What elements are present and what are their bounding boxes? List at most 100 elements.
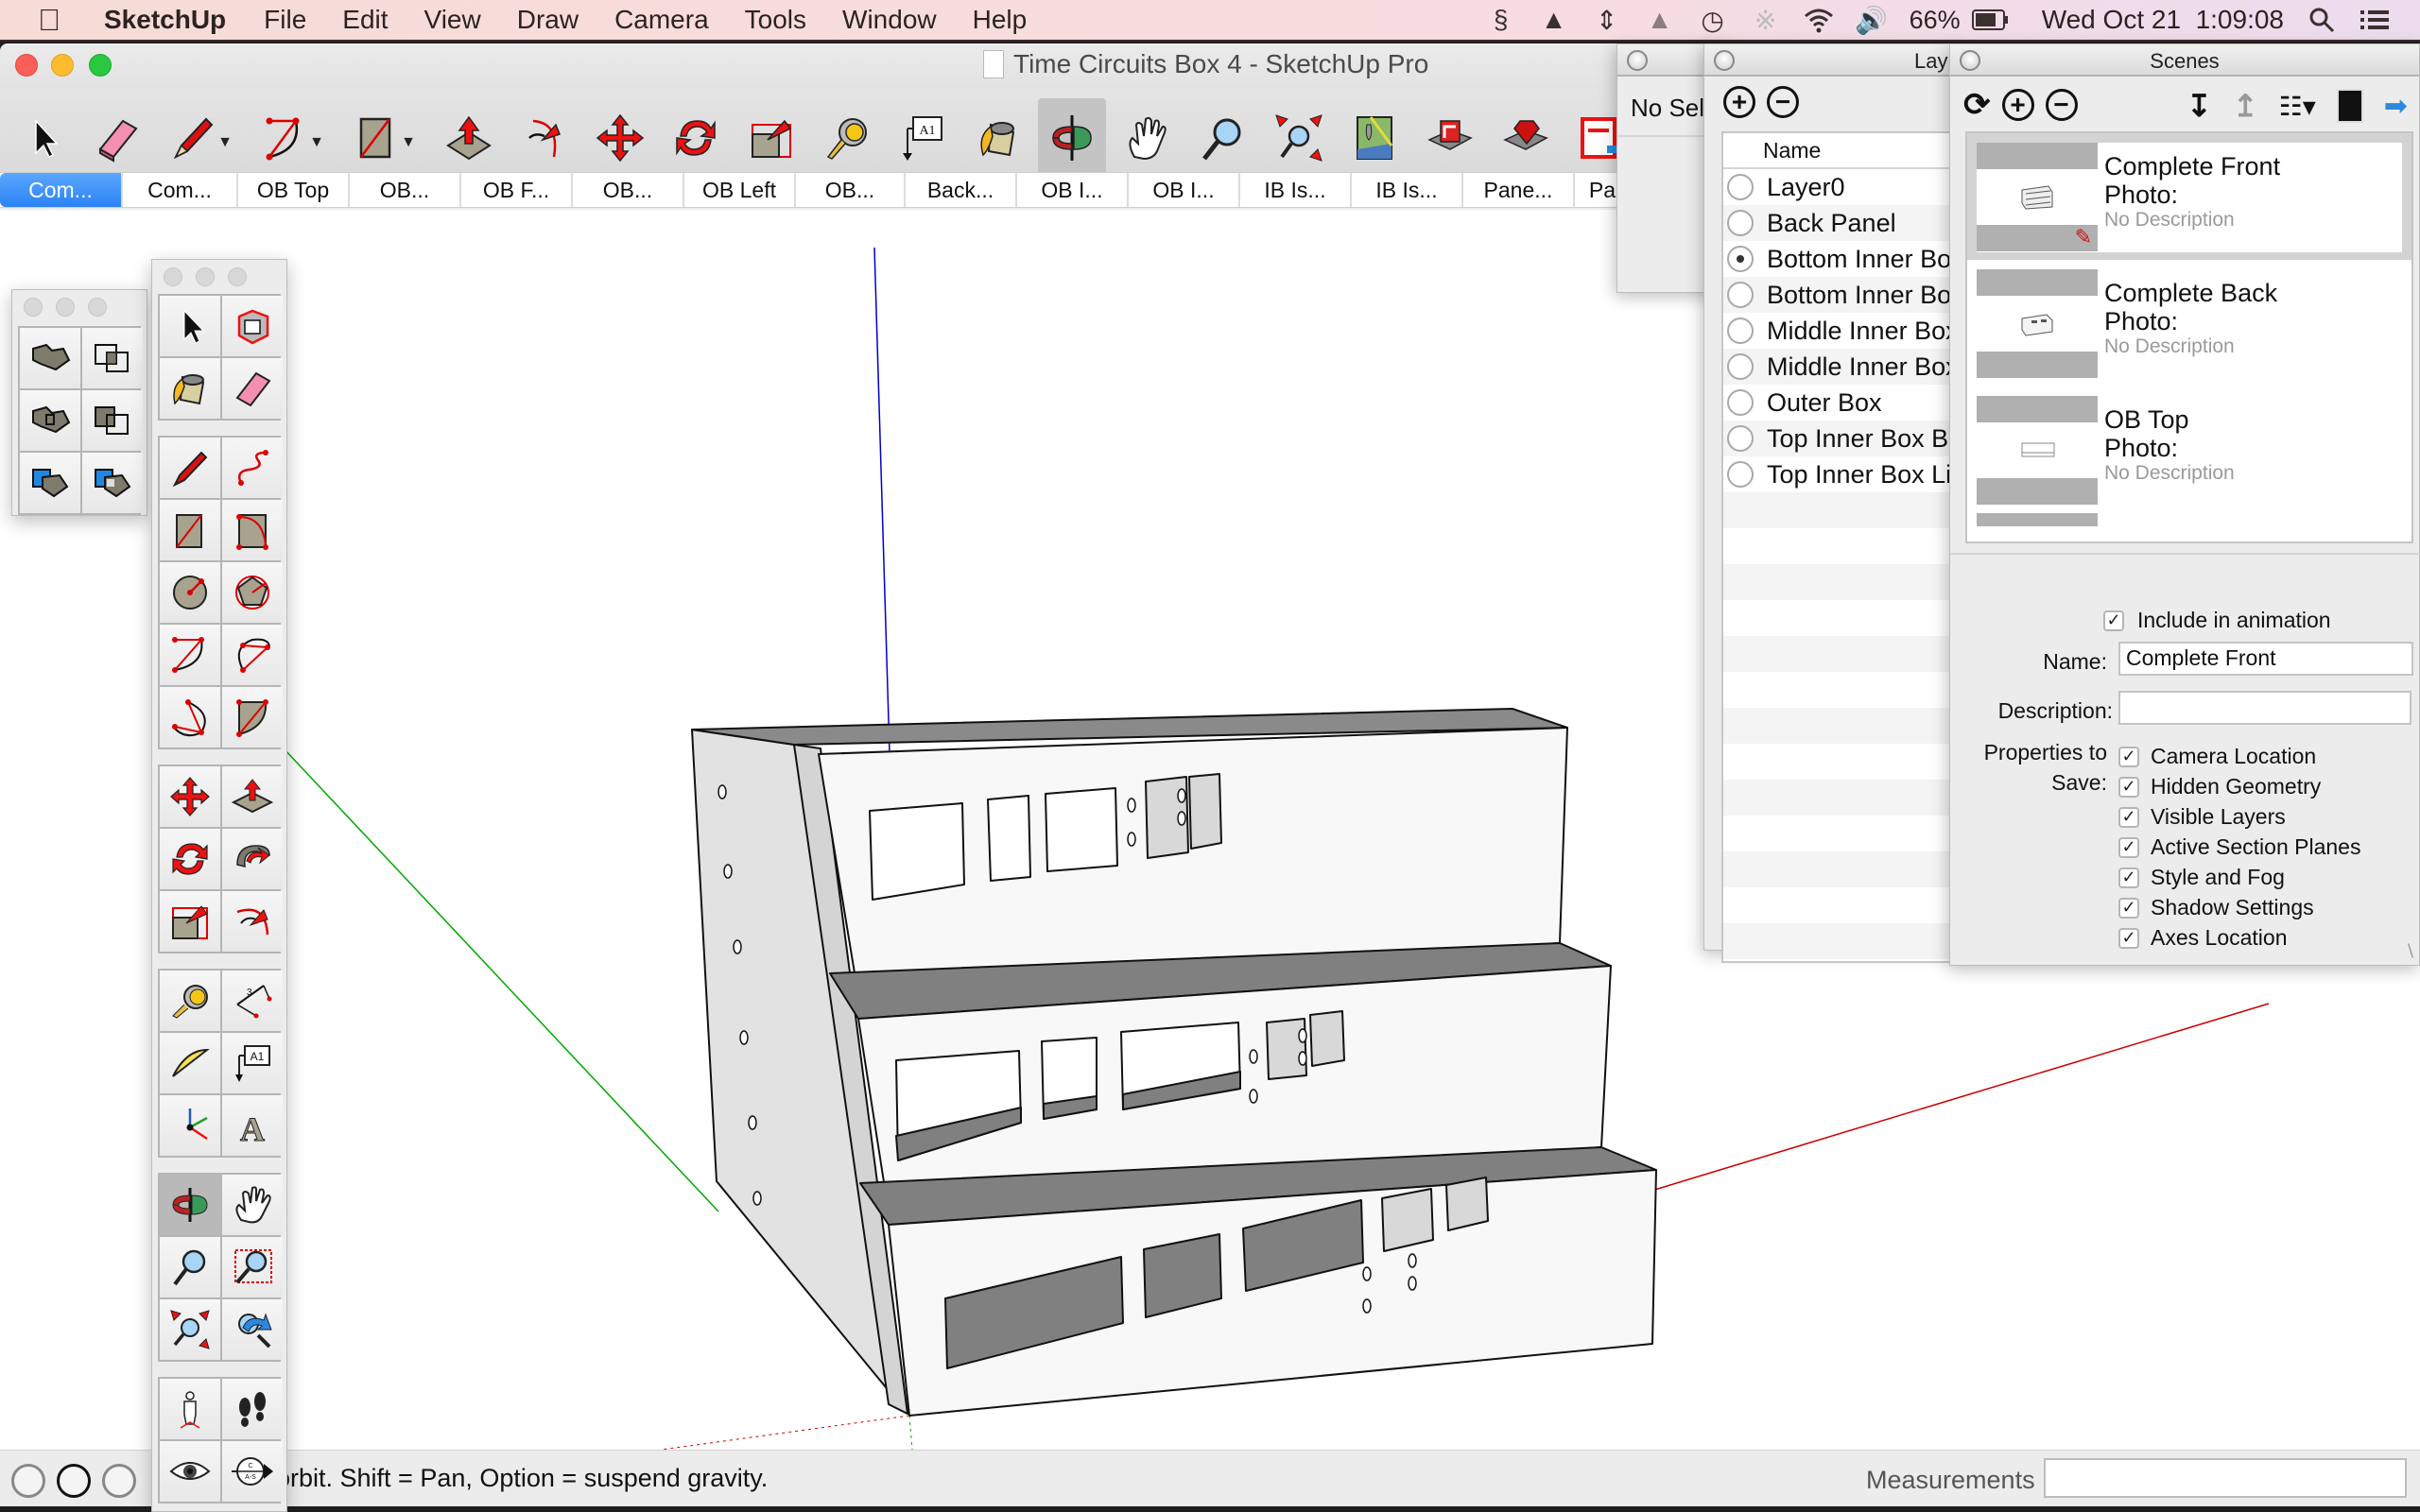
axes-tool[interactable] [160,1095,220,1156]
position-camera-tool[interactable] [160,1379,220,1439]
scene-tab[interactable]: OB Left [684,173,796,207]
split-tool[interactable] [82,453,143,513]
zoom-extents-tool[interactable] [160,1299,220,1360]
active-layer-radio[interactable] [1727,210,1754,236]
menu-file[interactable]: File [264,5,306,35]
move-tool-button[interactable] [586,98,654,178]
menu-help[interactable]: Help [973,5,1028,35]
scrivener-icon[interactable]: § [1486,5,1516,35]
scene-tab[interactable]: Back... [906,173,1017,207]
dimension-tool[interactable]: 3 [222,971,283,1031]
previous-view-tool[interactable] [222,1299,283,1360]
layer-row[interactable]: Bottom Inner Bo [1723,241,1956,277]
scene-tab[interactable]: OB... [350,173,461,207]
scene-item[interactable]: ✎ Complete Front Photo: No Description [1967,133,2411,260]
entity-info-close-button[interactable] [1627,50,1648,71]
trim-tool[interactable] [20,453,80,513]
pie-tool[interactable] [222,687,283,747]
layers-titlebar[interactable]: Lay [1704,44,1960,77]
arc-tool[interactable] [160,625,220,685]
scene-tab[interactable]: Com... [0,173,123,207]
scene-tab[interactable]: OB I... [1129,173,1240,207]
wifi-icon[interactable] [1804,5,1834,35]
show-thumbnails-button[interactable] [2336,89,2363,123]
property-checkbox[interactable]: ✓ [2118,897,2139,919]
select-tool[interactable] [160,296,220,356]
scene-tab[interactable]: IB Is... [1352,173,1463,207]
view-options-button[interactable]: ☷▾ [2279,91,2316,122]
layer-row[interactable]: Middle Inner Box [1723,313,1956,349]
user-account-icon[interactable] [102,1464,136,1498]
rectangle-tool-button[interactable]: ▼ [342,98,416,178]
select-tool-button[interactable] [8,98,76,178]
move-icon[interactable]: ⇕ [1592,5,1622,35]
notification-icon[interactable]: ▲ [1645,5,1675,35]
menu-app-name[interactable]: SketchUp [104,5,226,35]
zoom-tool[interactable] [160,1237,220,1297]
offset-tool-button[interactable] [510,98,579,178]
google-drive-icon[interactable]: ▲ [1539,5,1569,35]
menu-edit[interactable]: Edit [342,5,388,35]
scene-tab[interactable]: OB I... [1017,173,1129,207]
layers-name-column-header[interactable]: Name [1723,133,1956,169]
push-pull-tool[interactable] [222,766,283,827]
battery-icon[interactable] [1971,5,2010,35]
orbit-tool-button[interactable] [1038,98,1106,178]
paint-bucket-tool-button[interactable] [964,98,1032,178]
active-layer-radio[interactable] [1727,174,1754,200]
move-scene-up-button[interactable]: ↥ [2233,88,2258,124]
freehand-tool[interactable] [222,438,283,498]
text-tool-button[interactable]: A1 [889,98,957,178]
offset-tool[interactable] [222,891,283,952]
rotate-tool-button[interactable] [662,98,730,178]
scene-name-input[interactable]: Complete Front [2118,642,2413,676]
geo-location-icon[interactable] [11,1464,45,1498]
active-layer-radio[interactable] [1727,389,1754,416]
add-scene-button[interactable]: + [2001,89,2034,121]
move-scene-down-button[interactable]: ↧ [2187,88,2212,124]
outer-shell-tool[interactable] [20,328,80,388]
bluetooth-icon[interactable]: ※ [1751,5,1781,35]
extension-warehouse-tool-button[interactable] [1492,98,1560,178]
layer-row[interactable]: Layer0 [1723,169,1956,205]
resize-grip-icon[interactable]: ∖ [2405,941,2415,961]
eraser-tool-button[interactable] [83,98,151,178]
scene-tab[interactable]: IB Is... [1240,173,1352,207]
layer-row[interactable]: Bottom Inner Bo [1723,277,1956,313]
add-layer-button[interactable]: + [1723,86,1755,118]
apple-menu-icon[interactable]:  [38,3,72,38]
pan-tool-button[interactable] [1114,98,1182,178]
active-layer-radio[interactable] [1727,461,1754,488]
scene-item[interactable]: Complete Back Photo: No Description [1967,260,2411,387]
menu-view[interactable]: View [424,5,481,35]
layers-close-button[interactable] [1714,50,1735,71]
palette-zoom-button[interactable] [88,298,107,317]
rectangle-tool[interactable] [160,500,220,560]
scene-tab[interactable]: OB... [796,173,906,207]
make-component-tool[interactable] [222,296,283,356]
pan-tool[interactable] [222,1175,283,1235]
active-layer-radio[interactable] [1727,246,1754,272]
property-checkbox[interactable]: ✓ [2118,867,2139,888]
time-machine-icon[interactable]: ◷ [1698,5,1728,35]
scene-tab[interactable]: Pane... [1463,173,1575,207]
property-checkbox[interactable]: ✓ [2118,836,2139,858]
layer-row[interactable]: Top Inner Box Li [1723,456,1956,492]
intersect-tool[interactable] [82,328,143,388]
zoom-window-button[interactable] [89,54,112,77]
pencil-dropdown-icon[interactable]: ▼ [217,134,233,151]
close-window-button[interactable] [15,54,38,77]
scenes-titlebar[interactable]: Scenes [1950,44,2419,77]
show-details-button[interactable]: ➡ [2384,90,2408,123]
minimize-window-button[interactable] [51,54,74,77]
pencil-tool-button[interactable]: ▼ [159,98,233,178]
paint-bucket-tool[interactable] [160,358,220,419]
layer-row[interactable]: Top Inner Box B [1723,421,1956,456]
clock[interactable]: Wed Oct 21 1:09:08 [2042,5,2284,35]
spotlight-icon[interactable] [2307,5,2337,35]
layer-row[interactable]: Outer Box [1723,385,1956,421]
eraser-tool[interactable] [222,358,283,419]
tape-measure-tool[interactable] [160,971,220,1031]
menu-draw[interactable]: Draw [517,5,579,35]
property-checkbox[interactable]: ✓ [2118,776,2139,798]
